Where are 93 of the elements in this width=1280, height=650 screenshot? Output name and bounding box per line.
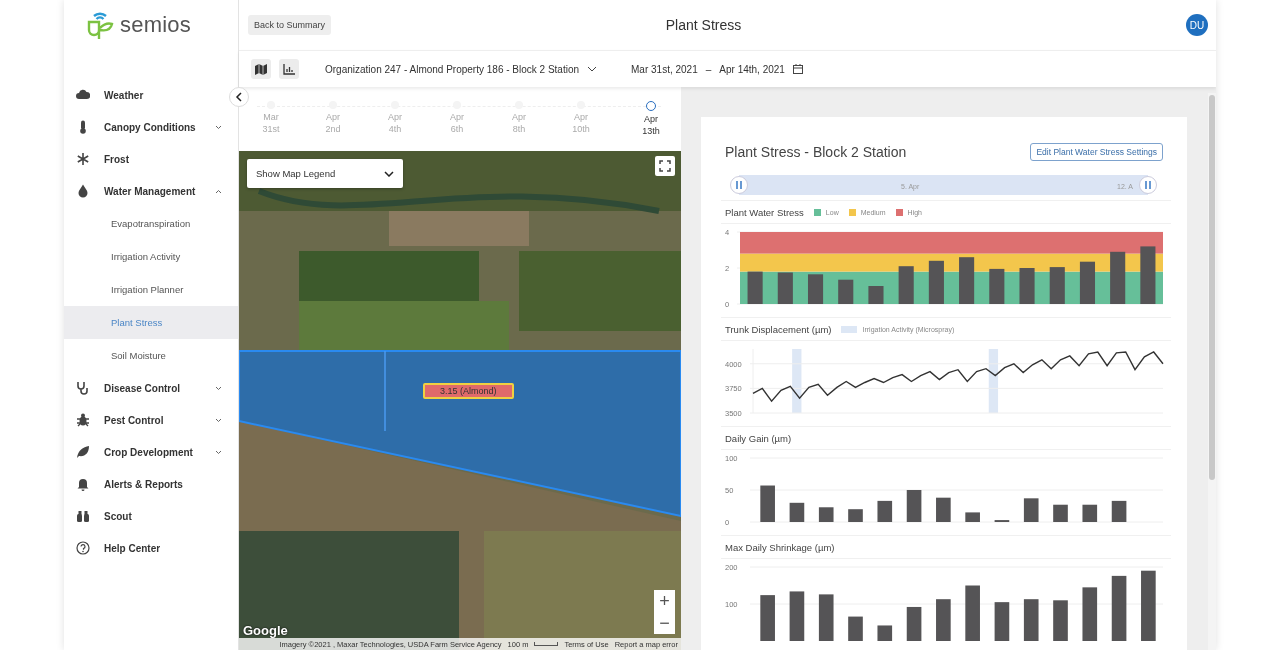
scale-bar — [534, 642, 559, 646]
bar — [1023, 599, 1039, 641]
bar — [818, 594, 834, 641]
map-icon — [255, 63, 267, 75]
cloud-icon — [76, 88, 90, 102]
chart-title: Daily Gain (µm) — [725, 432, 792, 444]
chevron-icon — [215, 449, 222, 455]
chart-title: Trunk Displacement (µm) — [725, 323, 832, 335]
logo-icon — [86, 10, 114, 40]
menu-item[interactable]: Alerts & Reports — [64, 468, 226, 500]
bar — [906, 490, 922, 522]
range-handle[interactable] — [730, 176, 748, 194]
logo-text: semios — [120, 12, 191, 38]
menu-item[interactable]: Disease Control — [64, 372, 226, 404]
bar — [1053, 600, 1068, 641]
collapse-button[interactable] — [229, 87, 249, 107]
bug-icon — [76, 413, 90, 427]
page-title: Plant Stress — [664, 17, 743, 33]
scrollbar[interactable] — [1208, 93, 1216, 650]
submenu-item[interactable]: Soil Moisture — [64, 339, 238, 372]
bar — [1023, 498, 1039, 522]
start-date: Mar 31st, 2021 — [631, 63, 698, 75]
bar — [1111, 500, 1127, 522]
bar — [818, 507, 834, 522]
timeline-date[interactable]: Apr 13th — [631, 101, 671, 151]
menu-item[interactable]: Canopy Conditions — [64, 111, 226, 143]
chart-view-button[interactable] — [279, 59, 299, 79]
date-separator: – — [705, 63, 712, 75]
bar — [760, 485, 775, 522]
bar-chart-icon — [283, 63, 295, 75]
menu-item[interactable]: Scout — [64, 500, 226, 532]
menu-item[interactable]: Crop Development — [64, 436, 226, 468]
bar — [936, 599, 951, 641]
date-range-field[interactable]: Mar 31st, 2021 – Apr 14th, 2021 — [631, 63, 803, 75]
binoculars-icon — [76, 509, 90, 523]
bar — [1141, 570, 1156, 641]
snowflake-icon — [76, 152, 90, 166]
drop-icon — [76, 184, 90, 198]
bar — [965, 585, 980, 641]
bar — [1053, 504, 1068, 522]
leaf-icon — [76, 445, 90, 459]
calendar-icon — [792, 64, 803, 74]
menu-item[interactable]: Water Management — [64, 175, 226, 207]
menu-item[interactable]: Frost — [64, 143, 226, 175]
bar — [1082, 504, 1098, 522]
menu-item[interactable]: Pest Control — [64, 404, 226, 436]
bar — [789, 591, 805, 641]
bar — [1111, 575, 1127, 641]
help-icon — [76, 541, 90, 555]
chevron-left-icon — [235, 92, 243, 102]
bar — [906, 606, 922, 641]
map-provider-logo: Google — [243, 623, 288, 638]
card-title: Plant Stress - Block 2 Station — [725, 144, 907, 160]
chart-title: Max Daily Shrinkage (µm) — [725, 541, 835, 553]
block-label[interactable]: 3.15 (Almond) — [423, 383, 514, 399]
bar — [1110, 251, 1126, 304]
stethoscope-icon — [76, 381, 90, 395]
bar — [959, 257, 975, 304]
back-button[interactable]: Back to Summary — [248, 15, 332, 35]
fullscreen-button[interactable] — [655, 156, 675, 176]
edit-settings-button[interactable]: Edit Plant Water Stress Settings — [1030, 143, 1163, 161]
bar — [789, 502, 805, 522]
chevron-icon — [215, 124, 222, 130]
bar — [848, 509, 863, 522]
map-legend-dropdown[interactable]: Show Map Legend — [247, 159, 403, 188]
map-view-button[interactable] — [251, 59, 271, 79]
submenu-item[interactable]: Evapotranspiration — [64, 207, 238, 240]
chevron-icon — [215, 188, 222, 194]
bar — [936, 497, 951, 522]
bar — [994, 602, 1010, 641]
submenu-item[interactable]: Irrigation Activity — [64, 240, 238, 273]
menu-item[interactable]: Weather — [64, 79, 226, 111]
menu-item[interactable]: Help Center — [64, 532, 226, 564]
bar — [868, 286, 884, 304]
chevron-icon — [215, 385, 222, 391]
chevron-icon — [384, 170, 394, 177]
avatar[interactable]: DU — [1186, 14, 1208, 36]
bar — [1019, 268, 1035, 304]
bell-icon — [76, 477, 90, 491]
chevron-icon — [587, 66, 598, 72]
bar — [760, 595, 775, 641]
end-date: Apr 14th, 2021 — [719, 63, 785, 75]
submenu-item[interactable]: Irrigation Planner — [64, 273, 238, 306]
chart-title: Plant Water Stress — [725, 206, 804, 218]
bar — [877, 500, 893, 522]
bar — [965, 512, 980, 522]
bar — [848, 616, 863, 641]
bar — [877, 625, 893, 641]
bar — [1140, 246, 1156, 304]
bar — [838, 279, 854, 304]
bar — [1082, 587, 1098, 641]
chevron-icon — [215, 417, 222, 423]
bar — [989, 268, 1005, 304]
